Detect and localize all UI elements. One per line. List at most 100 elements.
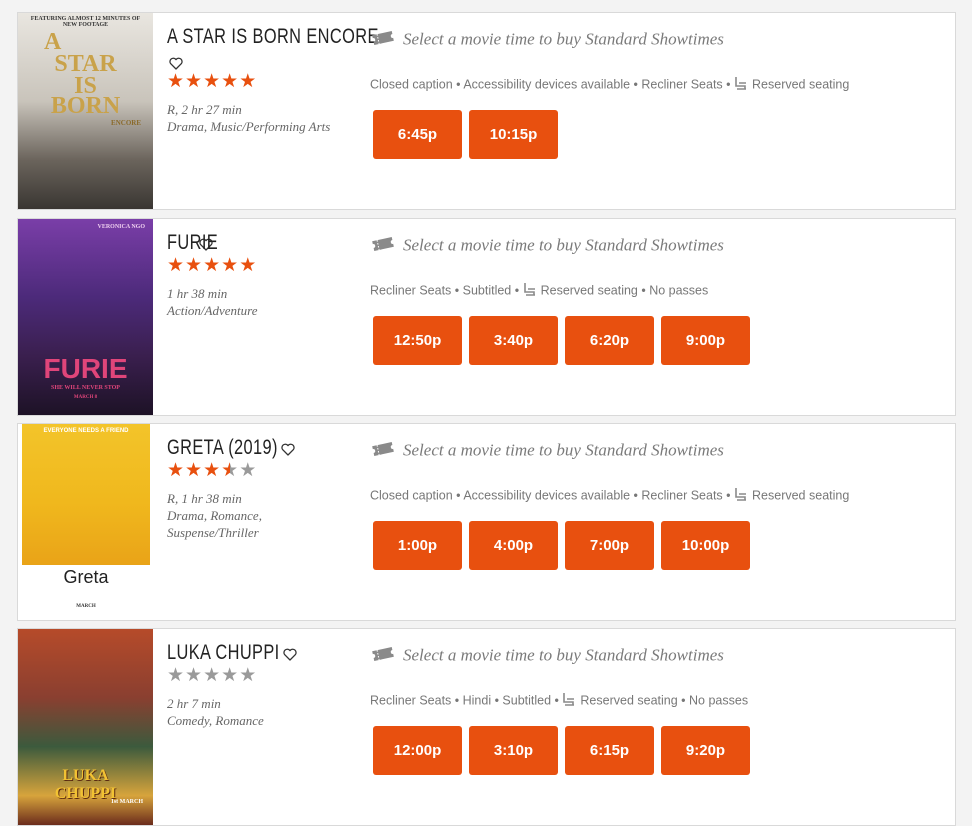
- showtime-buttons: 12:50p 3:40p 6:20p 9:00p: [373, 316, 754, 365]
- ticket-icon: [371, 235, 395, 258]
- favorite-row: [169, 55, 357, 70]
- rating-runtime: 1 hr 38 min: [167, 286, 228, 301]
- rating-star-icon: ★: [203, 460, 222, 481]
- rating-star-icon: ★: [239, 460, 258, 481]
- movie-meta: 2 hr 7 min Comedy, Romance: [167, 695, 357, 729]
- rating-star-icon: ★: [221, 460, 240, 481]
- poster-credit: VERONICA NGO: [97, 224, 145, 230]
- amenities-text: Closed caption • Accessibility devices a…: [370, 488, 731, 503]
- poster-title-word: LUKA: [62, 767, 109, 784]
- rating-star-icon: ★: [185, 255, 204, 276]
- showtime-button[interactable]: 4:00p: [469, 521, 558, 570]
- favorite-heart-icon[interactable]: [281, 443, 295, 456]
- favorite-heart-icon[interactable]: [283, 648, 298, 661]
- rating-star-icon: ★: [167, 255, 186, 276]
- genres: Drama, Music/Performing Arts: [167, 119, 331, 134]
- poster-release: MARCH 8: [73, 395, 98, 400]
- movie-title[interactable]: FURIE: [167, 231, 218, 255]
- rating-star-icon: ★: [203, 665, 222, 686]
- poster-title-word: BORN: [50, 93, 121, 119]
- movie-meta: R, 1 hr 38 min Drama, Romance, Suspense/T…: [167, 490, 357, 541]
- movie-card: EVERYONE NEEDS A FRIEND Greta MARCH GRETA (…: [17, 423, 956, 621]
- showtimes-heading-text: Select a movie time to buy Standard Show…: [403, 645, 724, 665]
- rating-stars: ★★★★★: [167, 461, 357, 481]
- rating-star-icon: ★: [221, 665, 240, 686]
- ticket-icon: [371, 645, 395, 668]
- rating-star-icon: ★: [239, 255, 258, 276]
- movie-meta: 1 hr 38 min Action/Adventure: [167, 285, 357, 319]
- rating-runtime: R, 1 hr 38 min: [167, 491, 242, 506]
- showtime-button[interactable]: 7:00p: [565, 521, 654, 570]
- showtimes-heading: Select a movie time to buy Standard Show…: [371, 645, 724, 668]
- favorite-heart-icon[interactable]: [169, 57, 183, 70]
- poster-release: MARCH: [76, 604, 96, 609]
- showtime-button[interactable]: 3:10p: [469, 726, 558, 775]
- movie-poster[interactable]: EVERYONE NEEDS A FRIEND Greta MARCH: [22, 424, 150, 620]
- rating-star-icon: ★: [239, 665, 258, 686]
- genres: Comedy, Romance: [167, 713, 264, 728]
- movie-poster[interactable]: LUKA CHUPPI 1st MARCH: [18, 629, 153, 825]
- showtime-button[interactable]: 6:20p: [565, 316, 654, 365]
- amenities-text-tail: Reserved seating • No passes: [540, 283, 709, 298]
- amenities-text: Recliner Seats • Hindi • Subtitled •: [370, 693, 559, 708]
- poster-subtitle: ENCORE: [111, 119, 141, 127]
- showtime-button[interactable]: 12:50p: [373, 316, 462, 365]
- reserved-seat-icon: [523, 282, 537, 300]
- movie-title[interactable]: A STAR IS BORN ENCORE: [167, 25, 379, 49]
- movie-info: FURIE ★★★★★ 1 hr 38 min Action/Adventure: [167, 231, 357, 319]
- movie-poster[interactable]: FEATURING ALMOST 12 MINUTES OF NEW FOOTA…: [18, 13, 153, 209]
- showtime-button[interactable]: 6:15p: [565, 726, 654, 775]
- movie-title[interactable]: GRETA (2019): [167, 436, 278, 460]
- showtimes-heading: Select a movie time to buy Standard Show…: [371, 235, 724, 258]
- showtime-button[interactable]: 12:00p: [373, 726, 462, 775]
- movie-poster[interactable]: VERONICA NGO FURIE SHE WILL NEVER STOP MARC…: [18, 219, 153, 415]
- rating-star-icon: ★: [185, 460, 204, 481]
- reserved-seat-icon: [562, 692, 576, 710]
- showtime-buttons: 6:45p 10:15p: [373, 110, 562, 159]
- showtime-button[interactable]: 10:00p: [661, 521, 750, 570]
- movie-card: FEATURING ALMOST 12 MINUTES OF NEW FOOTA…: [17, 12, 956, 210]
- movie-title[interactable]: LUKA CHUPPI: [167, 641, 280, 665]
- title-row: A STAR IS BORN ENCORE: [167, 25, 378, 49]
- rating-runtime: R, 2 hr 27 min: [167, 102, 242, 117]
- movie-info: GRETA (2019) ★★★★★ R, 1 hr 38 min Drama, Ro…: [167, 436, 357, 541]
- title-row: GRETA (2019): [167, 436, 357, 460]
- showtime-buttons: 12:00p 3:10p 6:15p 9:20p: [373, 726, 754, 775]
- rating-star-icon: ★: [185, 665, 204, 686]
- ticket-icon: [371, 440, 395, 463]
- rating-star-icon: ★: [239, 71, 258, 92]
- amenities: Recliner Seats • Hindi • Subtitled • Res…: [370, 692, 748, 710]
- title-row: LUKA CHUPPI: [167, 641, 357, 665]
- ticket-icon: [371, 29, 395, 52]
- poster-tagline: SHE WILL NEVER STOP: [51, 385, 120, 391]
- amenities: Closed caption • Accessibility devices a…: [370, 487, 849, 505]
- amenities-text-tail: Reserved seating • No passes: [580, 693, 749, 708]
- rating-star-icon: ★: [167, 460, 186, 481]
- movie-card: VERONICA NGO FURIE SHE WILL NEVER STOP MARC…: [17, 218, 956, 416]
- poster-release: 1st MARCH: [110, 799, 143, 805]
- showtime-button[interactable]: 1:00p: [373, 521, 462, 570]
- poster-tagline: EVERYONE NEEDS A FRIEND: [43, 428, 129, 434]
- poster-title-word: Greta: [63, 567, 109, 587]
- rating-stars: ★★★★★: [167, 72, 357, 92]
- genres: Drama, Romance, Suspense/Thriller: [167, 508, 262, 540]
- rating-star-icon: ★: [203, 71, 222, 92]
- showtimes-heading-text: Select a movie time to buy Standard Show…: [403, 29, 724, 49]
- title-row: FURIE: [167, 231, 357, 255]
- rating-star-icon: ★: [167, 71, 186, 92]
- showtime-button[interactable]: 9:20p: [661, 726, 750, 775]
- amenities: Recliner Seats • Subtitled • Reserved se…: [370, 282, 708, 300]
- movie-card: LUKA CHUPPI 1st MARCH LUKA CHUPPI ★★★★★ 2 hr …: [17, 628, 956, 826]
- rating-star-icon: ★: [221, 255, 240, 276]
- poster-title-word: FURIE: [43, 353, 128, 384]
- showtime-button[interactable]: 9:00p: [661, 316, 750, 365]
- rating-runtime: 2 hr 7 min: [167, 696, 221, 711]
- showtimes-heading: Select a movie time to buy Standard Show…: [371, 440, 724, 463]
- showtime-button[interactable]: 6:45p: [373, 110, 462, 159]
- showtime-button[interactable]: 3:40p: [469, 316, 558, 365]
- showtimes-heading-text: Select a movie time to buy Standard Show…: [403, 235, 724, 255]
- movie-meta: R, 2 hr 27 min Drama, Music/Performing Ar…: [167, 101, 357, 135]
- showtimes-heading-text: Select a movie time to buy Standard Show…: [403, 440, 724, 460]
- movie-info: A STAR IS BORN ENCORE ★★★★★ R, 2 hr 27 min…: [167, 25, 378, 135]
- showtime-button[interactable]: 10:15p: [469, 110, 558, 159]
